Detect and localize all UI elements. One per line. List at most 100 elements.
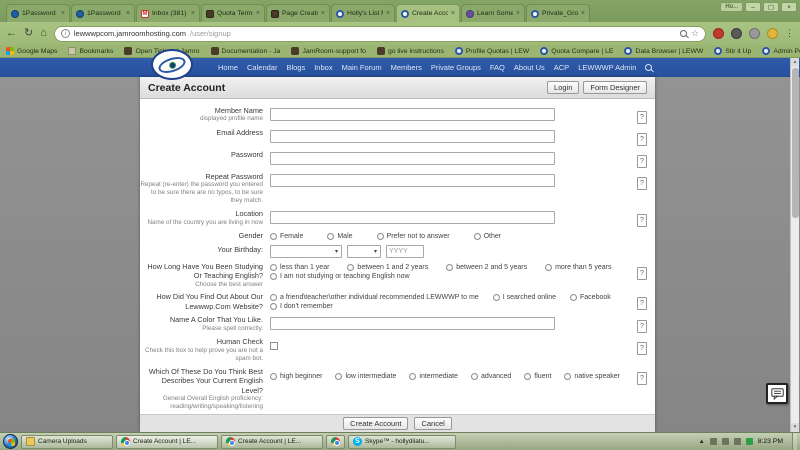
taskbar-item-skype[interactable]: SSkype™ - hollydilatu... [348,435,456,449]
human-check-checkbox[interactable] [270,342,278,350]
browser-tab[interactable]: Quota Terms Of× [201,4,265,22]
minimize-button[interactable]: – [745,2,761,12]
1password-extension-icon[interactable] [713,28,724,39]
power-icon[interactable] [722,438,729,445]
scroll-down-icon[interactable]: ▼ [791,423,799,432]
tab-close-icon[interactable]: × [581,10,585,17]
birthday-day-select[interactable]: ▾ [347,245,381,258]
home-icon[interactable]: ⌂ [40,28,47,39]
tray-expand-icon[interactable]: ▲ [699,439,705,445]
birthday-year-input[interactable] [386,245,424,258]
nav-item-faq[interactable]: FAQ [490,63,505,72]
nav-item-acp[interactable]: ACP [554,63,569,72]
cancel-button[interactable]: Cancel [414,417,451,431]
help-button[interactable]: ? [637,372,647,385]
bookmark-star-icon[interactable]: ☆ [691,29,699,38]
help-button[interactable]: ? [637,214,647,227]
nav-item-inbox[interactable]: Inbox [314,63,332,72]
bookmark-item[interactable]: Google Maps [6,47,57,55]
help-button[interactable]: ? [637,320,647,333]
referral-radio[interactable]: a friend\teacher\other individual recomm… [270,294,479,301]
login-button[interactable]: Login [547,81,579,95]
network-icon[interactable] [734,438,741,445]
referral-radio[interactable]: I searched online [493,294,556,301]
english-level-radio[interactable]: low intermediate [335,373,396,380]
tab-close-icon[interactable]: × [191,10,195,17]
help-button[interactable]: ? [637,297,647,310]
english-level-radio[interactable]: fluent [524,373,551,380]
help-button[interactable]: ? [637,267,647,280]
gender-radio-female[interactable]: Female [270,233,303,240]
extension-icon[interactable] [749,28,760,39]
bookmark-item[interactable]: Stir it Up [714,47,751,55]
help-button[interactable]: ? [637,133,647,146]
color-input[interactable] [270,317,555,330]
start-button[interactable] [3,434,18,449]
nav-item-calendar[interactable]: Calendar [247,63,277,72]
nav-item-main-forum[interactable]: Main Forum [342,63,382,72]
study-length-radio[interactable]: I am not studying or teaching English no… [270,273,410,280]
create-account-button[interactable]: Create Account [343,417,408,431]
browser-tab[interactable]: Private_Groups× [526,4,590,22]
taskbar-item-chrome-icon-only[interactable] [326,435,345,449]
back-icon[interactable]: ← [6,28,17,39]
nav-item-blogs[interactable]: Blogs [286,63,305,72]
browser-tab[interactable]: Holly's List For H× [331,4,395,22]
taskbar-item-camera-uploads[interactable]: Camera Uploads [21,435,113,449]
form-designer-button[interactable]: Form Designer [583,81,647,95]
study-length-radio[interactable]: between 1 and 2 years [347,264,428,271]
show-desktop-button[interactable] [792,433,797,450]
nav-item-about-us[interactable]: About Us [514,63,545,72]
feedback-button[interactable] [766,383,788,404]
english-level-radio[interactable]: advanced [471,373,511,380]
tab-close-icon[interactable]: × [451,10,455,17]
lewwwp-logo[interactable] [151,49,193,80]
gender-radio-other[interactable]: Other [474,233,502,240]
english-level-radio[interactable]: native speaker [564,373,620,380]
scroll-up-icon[interactable]: ▲ [791,58,799,67]
bookmark-item[interactable]: Documentation - Ja [211,47,281,55]
gender-radio-male[interactable]: Male [327,233,352,240]
help-button[interactable]: ? [637,342,647,355]
study-length-radio[interactable]: less than 1 year [270,264,329,271]
member-name-input[interactable] [270,108,555,121]
profile-chip[interactable]: Ho... [720,2,743,12]
location-input[interactable] [270,211,555,224]
clock[interactable]: 8:23 PM [758,438,783,445]
bookmark-item[interactable]: Quota Compare | LE [540,47,613,55]
bookmark-item[interactable]: Bookmarks [68,47,113,55]
birthday-month-select[interactable]: ▾ [270,245,342,258]
nav-item-members[interactable]: Members [391,63,422,72]
study-length-radio[interactable]: more than 5 years [545,264,611,271]
maximize-button[interactable]: ▢ [763,2,779,12]
bookmark-item[interactable]: Admin PowWow [762,47,800,55]
scrollbar-thumb[interactable] [792,68,799,218]
search-icon[interactable] [645,64,652,71]
bookmark-item[interactable]: Data Browser | LEWW [624,47,703,55]
taskbar-item-chrome[interactable]: Create Account | LE... [116,435,218,449]
referral-radio[interactable]: I don't remember [270,303,333,310]
nav-item-home[interactable]: Home [218,63,238,72]
browser-tab[interactable]: MInbox (381) - h× [136,4,200,22]
tab-close-icon[interactable]: × [516,10,520,17]
help-button[interactable]: ? [637,155,647,168]
english-level-radio[interactable]: intermediate [409,373,458,380]
close-button[interactable]: × [781,2,797,12]
referral-radio[interactable]: Facebook [570,294,611,301]
tab-close-icon[interactable]: × [321,10,325,17]
email-input[interactable] [270,130,555,143]
nav-item-private-groups[interactable]: Private Groups [431,63,481,72]
gender-radio-prefer-not[interactable]: Prefer not to answer [377,233,450,240]
extension-icon[interactable] [731,28,742,39]
zoom-icon[interactable] [680,30,687,37]
browser-tab[interactable]: 1Password Exten× [6,4,70,22]
extension-icon[interactable] [767,28,778,39]
browser-menu-icon[interactable]: ⋮ [785,29,794,38]
tab-close-icon[interactable]: × [256,10,260,17]
bookmark-item[interactable]: go live instructions [377,47,444,55]
scrollbar[interactable]: ▲ ▼ [790,58,799,432]
browser-tab[interactable]: Page Creator - T× [266,4,330,22]
tab-close-icon[interactable]: × [61,10,65,17]
help-button[interactable]: ? [637,177,647,190]
volume-icon[interactable] [710,438,717,445]
